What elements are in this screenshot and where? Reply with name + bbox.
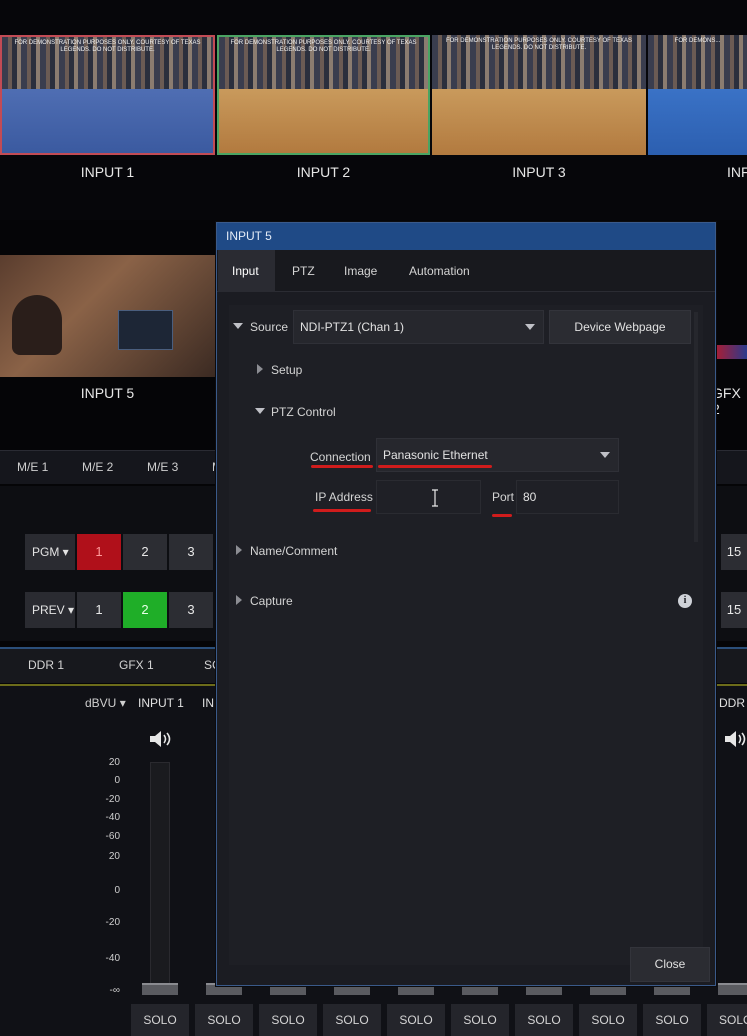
scale-tick: -20 xyxy=(105,794,120,805)
expand-chevron-icon[interactable] xyxy=(236,545,242,555)
scale-tick: -∞ xyxy=(109,985,120,996)
input-4-label: INF xyxy=(727,164,747,180)
highlight-underline xyxy=(313,509,371,512)
tab-me-2[interactable]: M/E 2 xyxy=(82,460,113,474)
highlight-underline xyxy=(311,465,373,468)
prev-button-3[interactable]: 3 xyxy=(169,592,213,628)
channel-label-ddr: DDR xyxy=(719,696,745,710)
input-3-label: INPUT 3 xyxy=(512,164,566,180)
scale-tick: 20 xyxy=(108,757,120,768)
expand-chevron-icon[interactable] xyxy=(236,595,242,605)
collapse-chevron-icon[interactable] xyxy=(255,408,265,414)
input-3-preview[interactable]: FOR DEMONSTRATION PURPOSES ONLY. COURTES… xyxy=(432,35,646,155)
connection-dropdown-value: Panasonic Ethernet xyxy=(383,448,488,462)
dialog-tab-bar: Input PTZ Image Automation xyxy=(217,250,715,292)
demo-watermark: FOR DEMONSTRATION PURPOSES ONLY. COURTES… xyxy=(230,40,417,53)
info-icon[interactable]: i xyxy=(678,594,692,608)
input-1-label: INPUT 1 xyxy=(80,164,135,180)
scale-tick: -40 xyxy=(105,812,120,823)
tab-me-3[interactable]: M/E 3 xyxy=(147,460,178,474)
pgm-button-15[interactable]: 15 xyxy=(721,534,747,570)
source-label: Source xyxy=(250,320,289,334)
prev-button-15[interactable]: 15 xyxy=(721,592,747,628)
tab-ddr-1[interactable]: DDR 1 xyxy=(28,658,64,672)
level-meter xyxy=(150,762,170,984)
solo-button[interactable]: SOLO xyxy=(387,1004,445,1036)
solo-button[interactable]: SOLO xyxy=(515,1004,573,1036)
dialog-body xyxy=(229,305,703,965)
tab-me-1[interactable]: M/E 1 xyxy=(17,460,48,474)
tab-ptz[interactable]: PTZ xyxy=(278,250,329,292)
demo-watermark: FOR DEMONSTRATION PURPOSES ONLY. COURTES… xyxy=(445,38,633,51)
dialog-scrollbar[interactable] xyxy=(694,312,698,542)
channel-label-input-2: IN xyxy=(202,696,214,710)
input-5-preview[interactable] xyxy=(0,255,215,377)
scale-tick: -60 xyxy=(105,831,120,842)
demo-watermark: FOR DEMONSTRATION PURPOSES ONLY. COURTES… xyxy=(14,40,201,53)
speaker-icon[interactable] xyxy=(148,728,174,750)
input-1-preview[interactable]: FOR DEMONSTRATION PURPOSES ONLY. COURTES… xyxy=(0,35,215,155)
channel-label-input-1: INPUT 1 xyxy=(138,696,184,710)
scale-tick: 0 xyxy=(114,885,120,896)
scale-tick: 0 xyxy=(114,775,120,786)
name-comment-section-header[interactable]: Name/Comment xyxy=(250,544,337,558)
tab-gfx-1[interactable]: GFX 1 xyxy=(119,658,154,672)
solo-button[interactable]: SOLO xyxy=(259,1004,317,1036)
ptz-control-section-header[interactable]: PTZ Control xyxy=(271,405,336,419)
input-4-preview[interactable]: FOR DEMONS... xyxy=(648,35,747,155)
input-2-label: INPUT 2 xyxy=(296,164,351,180)
pgm-button-2[interactable]: 2 xyxy=(123,534,167,570)
collapse-chevron-icon[interactable] xyxy=(233,323,243,329)
tab-input[interactable]: Input xyxy=(218,250,275,292)
prev-row-label[interactable]: PREV ▾ xyxy=(25,592,75,628)
solo-button[interactable]: SOLO xyxy=(195,1004,253,1036)
tab-image[interactable]: Image xyxy=(330,250,391,292)
source-dropdown-value: NDI-PTZ1 (Chan 1) xyxy=(300,320,405,334)
prev-button-2[interactable]: 2 xyxy=(123,592,167,628)
ip-address-label: IP Address xyxy=(315,490,373,504)
fader-handle[interactable] xyxy=(142,983,178,995)
chevron-down-icon xyxy=(525,324,535,330)
solo-button[interactable]: SOLO xyxy=(323,1004,381,1036)
fader-handle[interactable] xyxy=(718,983,747,995)
close-button[interactable]: Close xyxy=(630,947,710,982)
pgm-button-1[interactable]: 1 xyxy=(77,534,121,570)
solo-button[interactable]: SOLO xyxy=(131,1004,189,1036)
highlight-underline xyxy=(378,465,492,468)
device-webpage-button[interactable]: Device Webpage xyxy=(549,310,691,344)
gfx-2-preview[interactable] xyxy=(716,345,747,359)
gfx-2-label: GFX 2 xyxy=(712,385,741,417)
input-2-preview[interactable]: FOR DEMONSTRATION PURPOSES ONLY. COURTES… xyxy=(217,35,430,155)
source-dropdown[interactable]: NDI-PTZ1 (Chan 1) xyxy=(293,310,544,344)
chevron-down-icon xyxy=(600,452,610,458)
setup-section-header[interactable]: Setup xyxy=(271,363,302,377)
solo-button[interactable]: SOLO xyxy=(707,1004,747,1036)
solo-button[interactable]: SOLO xyxy=(643,1004,701,1036)
tab-automation[interactable]: Automation xyxy=(395,250,484,292)
port-label: Port xyxy=(492,490,515,504)
highlight-underline xyxy=(492,514,512,517)
solo-button[interactable]: SOLO xyxy=(451,1004,509,1036)
text-cursor-icon xyxy=(431,489,439,507)
scale-tick: -20 xyxy=(105,917,120,928)
prev-button-1[interactable]: 1 xyxy=(77,592,121,628)
input-5-label: INPUT 5 xyxy=(80,385,135,401)
dialog-title: INPUT 5 xyxy=(217,223,715,250)
pgm-row-label[interactable]: PGM ▾ xyxy=(25,534,75,570)
port-input[interactable]: 80 xyxy=(516,480,619,514)
scale-tick: -40 xyxy=(105,953,120,964)
expand-chevron-icon[interactable] xyxy=(257,364,263,374)
multiview-top: FOR DEMONSTRATION PURPOSES ONLY. COURTES… xyxy=(0,0,747,220)
pgm-button-3[interactable]: 3 xyxy=(169,534,213,570)
connection-label: Connection xyxy=(310,450,371,464)
solo-button[interactable]: SOLO xyxy=(579,1004,637,1036)
scale-tick: 20 xyxy=(108,851,120,862)
capture-section-header[interactable]: Capture xyxy=(250,594,293,608)
demo-watermark: FOR DEMONS... xyxy=(674,38,721,44)
speaker-icon[interactable] xyxy=(723,728,747,750)
ip-address-input[interactable] xyxy=(376,480,481,514)
dbvu-label[interactable]: dBVU ▾ xyxy=(85,696,126,710)
